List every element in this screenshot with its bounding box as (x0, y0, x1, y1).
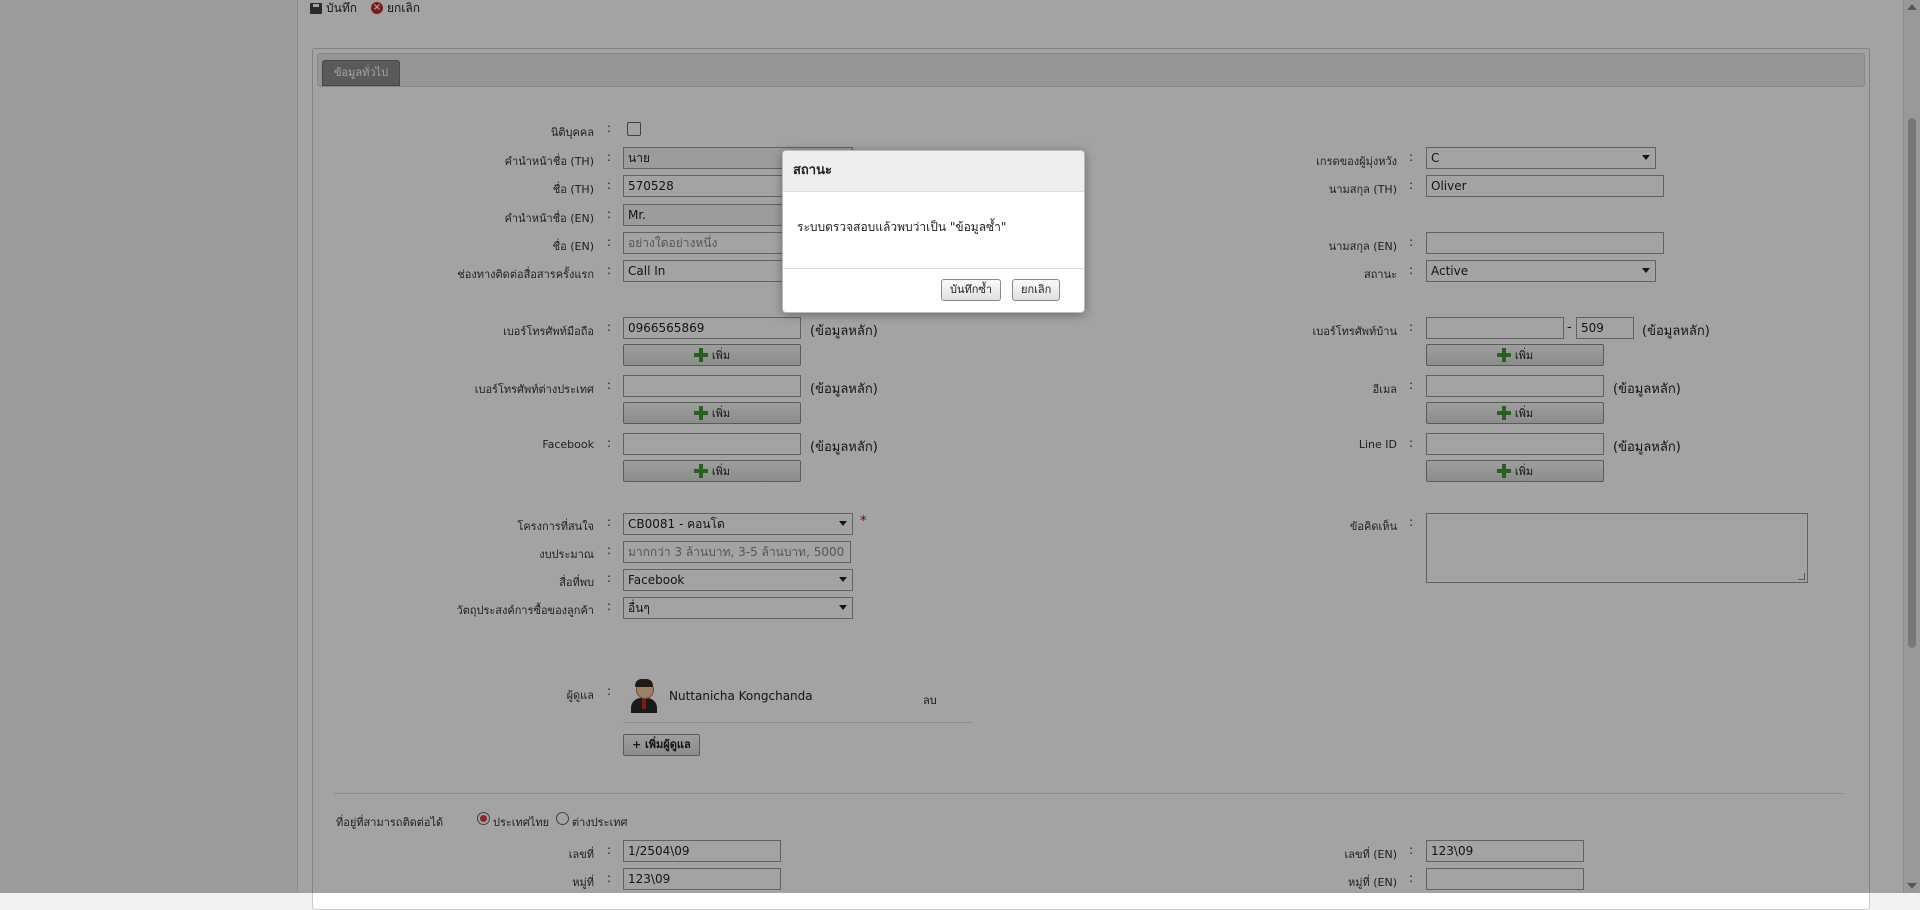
dialog-title: สถานะ (783, 151, 1084, 192)
save-duplicate-button[interactable]: บันทึกซ้ำ (941, 279, 1002, 301)
dialog-message: ระบบตรวจสอบแล้วพบว่าเป็น "ข้อมูลซ้ำ" (783, 192, 1084, 269)
dialog-cancel-button[interactable]: ยกเลิก (1012, 279, 1061, 301)
modal-backdrop (0, 0, 1920, 893)
duplicate-status-dialog: สถานะ ระบบตรวจสอบแล้วพบว่าเป็น "ข้อมูลซ้… (782, 150, 1085, 313)
